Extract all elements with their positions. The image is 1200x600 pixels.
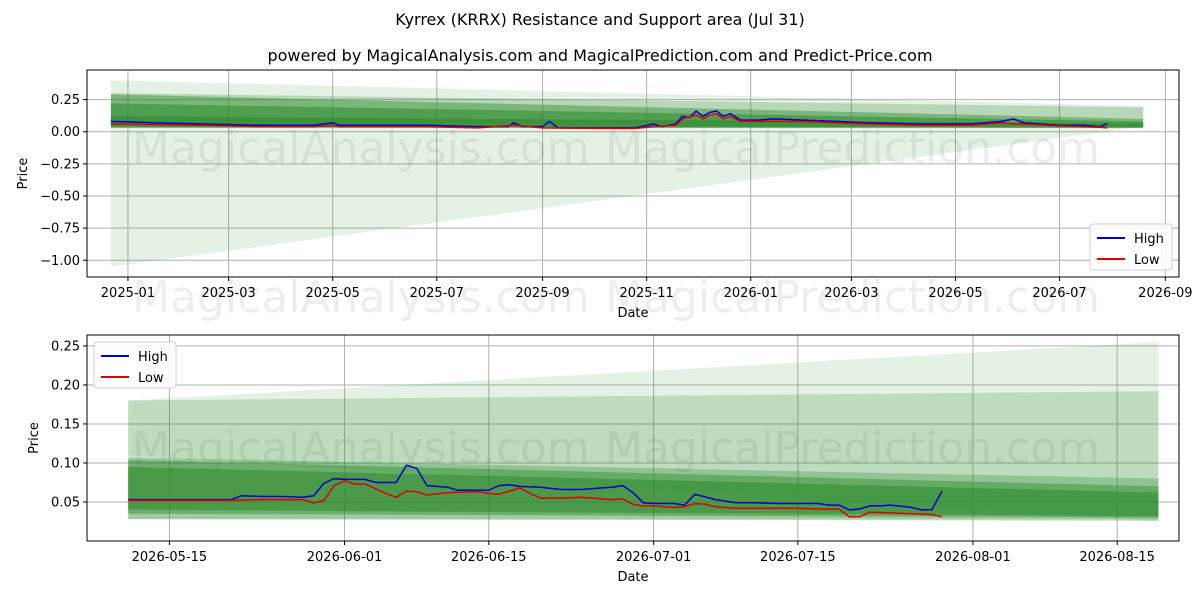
y-tick-label: −0.50 [40,190,80,205]
x-tick-label: 2026-09 [1138,286,1192,301]
x-tick-label: 2026-03 [824,286,878,301]
x-tick-label: 2026-08-01 [935,550,1011,565]
x-tick-label: 2025-11 [619,286,673,301]
x-tick-label: 2026-06-01 [307,550,383,565]
y-tick-label: 0.05 [51,495,80,510]
legend-box [93,341,177,389]
y-tick-label: 0.00 [51,125,80,140]
y-tick-label: −0.75 [40,222,80,237]
x-tick-label: 2025-09 [515,286,569,301]
x-tick-label: 2026-07-15 [760,550,836,565]
x-tick-label: 2025-03 [201,286,255,301]
x-tick-label: 2026-01 [724,286,778,301]
x-tick-label: 2026-07-01 [616,550,692,565]
y-tick-label: 0.25 [51,339,80,354]
legend-label-high: High [1134,232,1164,247]
plot-area [128,342,1159,522]
legend-label-high: High [138,350,168,365]
x-tick-label: 2025-05 [306,286,360,301]
x-tick-label: 2026-08-15 [1079,550,1155,565]
x-tick-label: 2025-07 [410,286,464,301]
y-tick-label: −0.25 [40,157,80,172]
x-tick-label: 2026-05-15 [132,550,208,565]
legend-box [1089,223,1173,271]
y-axis-label: Price [16,158,31,190]
x-axis-label: Date [617,306,648,321]
y-tick-label: 0.10 [51,456,80,471]
x-axis-label: Date [617,570,648,585]
x-tick-label: 2025-01 [101,286,155,301]
chart-canvas: MagicalAnalysis.com MagicalPrediction.com… [16,69,1193,585]
legend-label-low: Low [1134,253,1160,268]
x-tick-label: 2026-06-15 [451,550,527,565]
x-tick-label: 2026-05 [928,286,982,301]
y-tick-label: 0.15 [51,417,80,432]
y-tick-label: −1.00 [40,254,80,269]
legend-label-low: Low [138,371,164,386]
y-tick-label: 0.20 [51,378,80,393]
x-tick-label: 2026-07 [1032,286,1086,301]
y-tick-label: 0.25 [51,93,80,108]
y-axis-label: Price [27,422,42,454]
